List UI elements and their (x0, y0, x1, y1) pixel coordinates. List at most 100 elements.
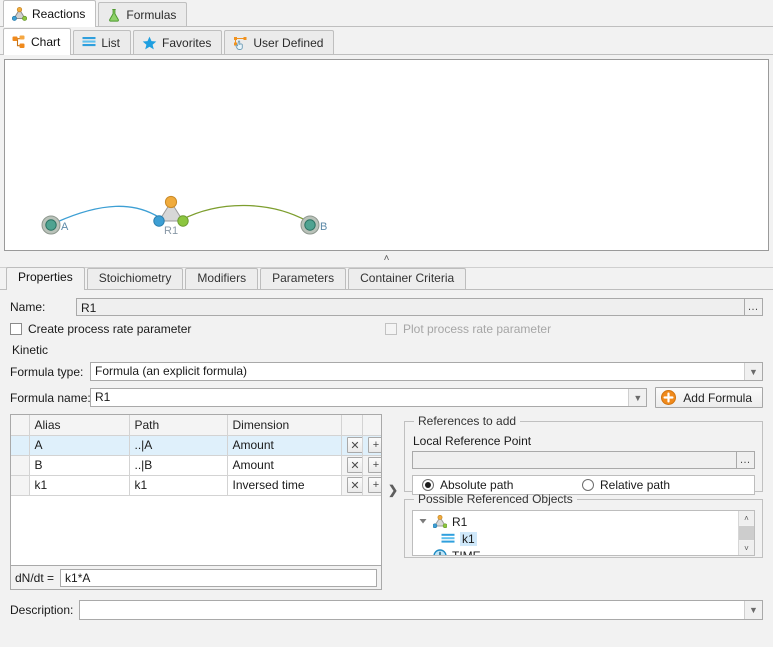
equation-box: dN/dt = k1*A (10, 566, 382, 590)
tree-vertical-scrollbar[interactable]: ˄ ˅ (738, 511, 754, 555)
tab-stoichiometry[interactable]: Stoichiometry (86, 268, 184, 289)
tab-list[interactable]: List (73, 30, 132, 54)
plus-circle-icon (661, 390, 677, 405)
grid-col-path[interactable]: Path (129, 415, 228, 436)
row-handle[interactable] (11, 455, 30, 476)
cell-dimension[interactable]: Amount (227, 435, 342, 456)
row-handle[interactable] (11, 475, 30, 496)
add-row-button[interactable]: + (367, 437, 381, 453)
tab-container-criteria[interactable]: Container Criteria (348, 268, 467, 289)
tab-reactions[interactable]: Reactions (3, 0, 97, 27)
radio-relative-path-label: Relative path (600, 478, 671, 492)
chevron-down-icon[interactable]: ▼ (744, 363, 762, 380)
name-row: Name: R1 … (10, 298, 763, 316)
remove-row-button[interactable]: ✕ (346, 477, 361, 493)
chevron-down-icon[interactable]: ▼ (628, 389, 647, 406)
kinetic-section-label: Kinetic (12, 343, 49, 357)
chart-nodes-icon (12, 35, 26, 49)
tab-parameters[interactable]: Parameters (260, 268, 347, 289)
table-row[interactable]: B ..|B Amount ✕ + (11, 455, 381, 476)
scrollbar-thumb[interactable] (739, 526, 754, 540)
referenced-objects-tree[interactable]: R1 k1 ˄ ˅ (412, 510, 755, 556)
create-rate-checkbox-box[interactable] (10, 323, 22, 335)
tab-properties[interactable]: Properties (6, 267, 85, 290)
tree-item-time[interactable]: TIME (413, 547, 738, 555)
cell-alias[interactable]: B (29, 455, 130, 476)
formula-name-value: R1 (95, 390, 111, 404)
tree-body: R1 k1 (413, 511, 738, 555)
possible-referenced-objects-title: Possible Referenced Objects (418, 492, 573, 506)
tree-item-k1[interactable]: k1 (413, 530, 738, 547)
cell-add: + (362, 475, 381, 496)
grid-col-remove (341, 415, 363, 436)
reaction-diagram-canvas[interactable]: A R1 B (4, 59, 769, 251)
rate-parameter-row: Create process rate parameter Plot proce… (10, 322, 763, 336)
remove-row-button[interactable]: ✕ (346, 457, 361, 473)
create-process-rate-parameter-checkbox[interactable]: Create process rate parameter (10, 322, 385, 336)
main-tab-bar: Reactions Formulas (0, 0, 773, 27)
scroll-down-button[interactable]: ˅ (739, 541, 754, 555)
add-reference-arrow-button[interactable]: ❯ (382, 414, 404, 566)
remove-row-button[interactable]: ✕ (346, 437, 361, 453)
description-row: Description: ▼ (10, 600, 763, 620)
expand-collapse-icon[interactable] (419, 517, 428, 527)
local-reference-point-row: … (412, 451, 755, 469)
alias-grid[interactable]: Alias Path Dimension A ..|A Amount ✕ + B… (10, 414, 382, 566)
add-row-button[interactable]: + (367, 477, 381, 493)
tab-formulas[interactable]: Formulas (98, 2, 188, 26)
references-to-add-title: References to add (418, 414, 517, 428)
flask-icon (107, 8, 121, 22)
radio-relative-path[interactable]: Relative path (582, 478, 670, 492)
scroll-up-button[interactable]: ˄ (739, 511, 754, 525)
equation-input[interactable]: k1*A (60, 568, 377, 587)
add-row-button[interactable]: + (367, 457, 381, 473)
tab-stoichiometry-label: Stoichiometry (98, 271, 172, 285)
add-formula-button[interactable]: Add Formula (655, 387, 763, 408)
collapse-chevron-icon[interactable]: ˄ (384, 254, 390, 264)
svg-text:B: B (320, 221, 327, 233)
formula-name-select[interactable]: R1 ▼ (90, 388, 648, 407)
table-row[interactable]: A ..|A Amount ✕ + (11, 435, 381, 456)
name-input[interactable]: R1 (76, 298, 745, 316)
tab-parameters-label: Parameters (272, 271, 335, 285)
tab-list-label: List (101, 35, 121, 50)
cell-path[interactable]: ..|B (129, 455, 228, 476)
grid-col-alias[interactable]: Alias (29, 415, 130, 436)
cell-path[interactable]: k1 (129, 475, 228, 496)
name-browse-button[interactable]: … (745, 298, 763, 316)
reaction-diagram-svg[interactable]: A R1 B (5, 60, 769, 248)
cell-alias[interactable]: k1 (29, 475, 130, 496)
local-reference-point-browse-button[interactable]: … (737, 451, 755, 469)
create-rate-checkbox-label: Create process rate parameter (28, 322, 192, 336)
plot-rate-checkbox-label: Plot process rate parameter (403, 322, 552, 336)
cell-add: + (362, 455, 381, 476)
tree-item-k1-label: k1 (460, 531, 477, 546)
cell-dimension[interactable]: Inversed time (227, 475, 342, 496)
grid-col-add (362, 415, 381, 436)
local-reference-point-label: Local Reference Point (413, 434, 532, 448)
table-row[interactable]: k1 k1 Inversed time ✕ + (11, 475, 381, 496)
tab-chart[interactable]: Chart (3, 28, 72, 55)
diagram-node-b: B (300, 215, 327, 235)
panel-splitter[interactable]: ˄ (0, 251, 773, 267)
radio-relative-path-dot[interactable] (582, 479, 594, 491)
formula-type-select[interactable]: Formula (an explicit formula) ▼ (90, 362, 763, 381)
description-select[interactable]: ▼ (79, 600, 763, 620)
reaction-triangle-icon (11, 6, 28, 21)
local-reference-point-input[interactable] (412, 451, 737, 469)
grid-col-dimension[interactable]: Dimension (227, 415, 342, 436)
cell-dimension[interactable]: Amount (227, 455, 342, 476)
row-handle[interactable] (11, 435, 30, 456)
radio-absolute-path[interactable]: Absolute path (422, 478, 582, 492)
tab-modifiers[interactable]: Modifiers (185, 268, 259, 289)
name-label: Name: (10, 300, 46, 314)
cell-path[interactable]: ..|A (129, 435, 228, 456)
cell-add: + (362, 435, 381, 456)
radio-absolute-path-dot[interactable] (422, 479, 434, 491)
tree-item-r1[interactable]: R1 (413, 513, 738, 530)
chevron-down-icon[interactable]: ▼ (744, 601, 762, 619)
tab-favorites[interactable]: Favorites (133, 30, 223, 54)
cell-alias[interactable]: A (29, 435, 130, 456)
tab-user-defined[interactable]: User Defined (224, 30, 335, 54)
svg-text:R1: R1 (164, 225, 178, 237)
